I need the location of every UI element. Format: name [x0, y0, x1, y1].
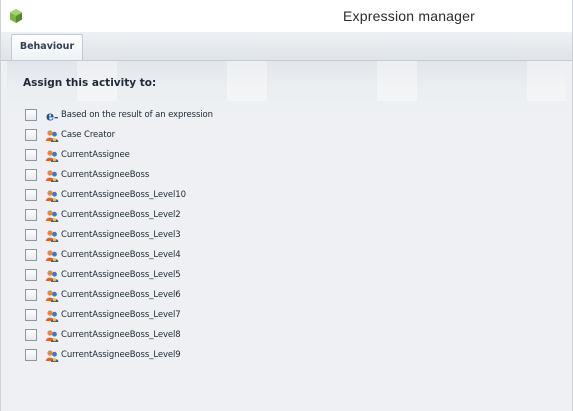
user-role-icon: [45, 208, 59, 222]
user-role-icon: [45, 128, 59, 142]
option-checkbox[interactable]: [25, 349, 37, 361]
option-checkbox[interactable]: [25, 209, 37, 221]
option-checkbox[interactable]: [25, 189, 37, 201]
option-checkbox[interactable]: [25, 149, 37, 161]
option-label: CurrentAssigneeBoss_Level9: [61, 350, 181, 360]
option-checkbox[interactable]: [25, 269, 37, 281]
option-checkbox[interactable]: [25, 169, 37, 181]
svg-text:e: e: [46, 110, 54, 124]
assignee-option[interactable]: CurrentAssigneeBoss_Level5: [25, 265, 213, 285]
title-bar: Expression manager: [1, 0, 572, 33]
app-logo-icon: [10, 9, 22, 23]
option-label: CurrentAssigneeBoss_Level6: [61, 290, 181, 300]
option-checkbox[interactable]: [25, 129, 37, 141]
assignee-option[interactable]: CurrentAssigneeBoss_Level6: [25, 285, 213, 305]
assignee-option[interactable]: CurrentAssigneeBoss_Level8: [25, 325, 213, 345]
option-checkbox[interactable]: [25, 229, 37, 241]
tab-strip: Behaviour: [1, 32, 572, 61]
section-title: Assign this activity to:: [23, 77, 157, 89]
option-label: Case Creator: [61, 130, 116, 140]
user-role-icon: [45, 328, 59, 342]
user-role-icon: [45, 248, 59, 262]
option-label: CurrentAssigneeBoss_Level7: [61, 310, 181, 320]
behaviour-panel: Assign this activity to: e Based on the r…: [7, 61, 566, 411]
assignee-option[interactable]: CurrentAssigneeBoss_Level2: [25, 205, 213, 225]
tab-behaviour[interactable]: Behaviour: [11, 34, 83, 60]
user-role-icon: [45, 188, 59, 202]
option-label: CurrentAssignee: [61, 150, 130, 160]
option-checkbox[interactable]: [25, 249, 37, 261]
option-checkbox[interactable]: [25, 109, 37, 121]
user-role-icon: [45, 288, 59, 302]
option-checkbox[interactable]: [25, 329, 37, 341]
option-checkbox[interactable]: [25, 289, 37, 301]
option-label: CurrentAssigneeBoss_Level4: [61, 250, 181, 260]
user-role-icon: [45, 228, 59, 242]
assignee-option-list: e Based on the result of an expression Cas…: [25, 105, 213, 365]
assignee-option[interactable]: CurrentAssigneeBoss_Level9: [25, 345, 213, 365]
option-label: CurrentAssigneeBoss: [61, 170, 150, 180]
assignee-option[interactable]: e Based on the result of an expression: [25, 105, 213, 125]
expression-manager-window: Expression manager Behaviour Assign this…: [0, 0, 573, 411]
assignee-option[interactable]: CurrentAssigneeBoss_Level3: [25, 225, 213, 245]
option-label: Based on the result of an expression: [61, 110, 213, 120]
assignee-option[interactable]: Case Creator: [25, 125, 213, 145]
option-label: CurrentAssigneeBoss_Level2: [61, 210, 181, 220]
window-title: Expression manager: [343, 8, 475, 24]
user-role-icon: [45, 308, 59, 322]
expression-icon: e: [45, 108, 59, 125]
option-label: CurrentAssigneeBoss_Level5: [61, 270, 181, 280]
user-role-icon: [45, 148, 59, 162]
user-role-icon: [45, 348, 59, 362]
assignee-option[interactable]: CurrentAssignee: [25, 145, 213, 165]
option-checkbox[interactable]: [25, 309, 37, 321]
assignee-option[interactable]: CurrentAssigneeBoss_Level4: [25, 245, 213, 265]
user-role-icon: [45, 268, 59, 282]
option-label: CurrentAssigneeBoss_Level10: [61, 190, 186, 200]
assignee-option[interactable]: CurrentAssigneeBoss: [25, 165, 213, 185]
assignee-option[interactable]: CurrentAssigneeBoss_Level10: [25, 185, 213, 205]
option-label: CurrentAssigneeBoss_Level8: [61, 330, 181, 340]
user-role-icon: [45, 168, 59, 182]
assignee-option[interactable]: CurrentAssigneeBoss_Level7: [25, 305, 213, 325]
option-label: CurrentAssigneeBoss_Level3: [61, 230, 181, 240]
